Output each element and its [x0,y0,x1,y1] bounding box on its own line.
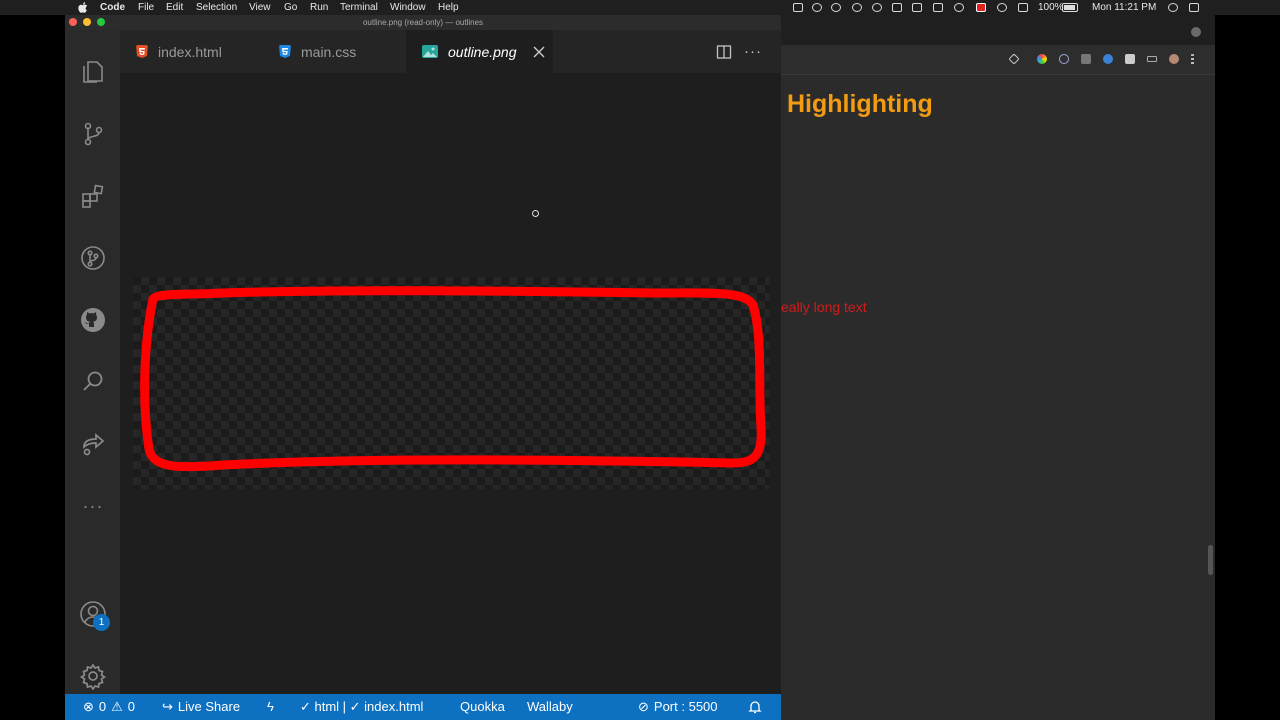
error-count: 0 [98,699,107,714]
html5-icon [136,45,148,58]
apple-icon[interactable] [78,2,88,13]
extensions-icon[interactable] [79,182,107,210]
menu-window[interactable]: Window [390,0,426,15]
page-heading: Highlighting [787,90,933,118]
more-icon[interactable]: ··· [79,492,107,520]
warning-icon: ⚠ [111,699,123,714]
image-icon [422,45,438,58]
react-devtools-icon[interactable] [1059,54,1069,64]
volume-icon[interactable] [1018,3,1028,12]
tab-label: outline.png [448,43,517,60]
vscode-window: outline.png (read-only) — outlines ··· 1… [65,15,781,720]
account-badge: 1 [93,614,110,631]
browser-tab-strip [781,15,1215,45]
split-editor-icon[interactable] [716,30,732,73]
reading-list-icon[interactable] [1147,56,1157,62]
menu-go[interactable]: Go [284,0,297,15]
problems-indicator[interactable]: ⊗ 0 ⚠ 0 [83,694,135,720]
screen-record-icon[interactable] [793,3,803,12]
settings-gear-icon[interactable] [79,662,107,690]
error-icon: ⊗ [83,699,94,714]
color-picker-icon[interactable] [852,3,862,12]
tab-label: main.css [301,43,357,60]
profile-avatar[interactable] [1169,54,1179,64]
app-menu-name[interactable]: Code [100,0,125,15]
live-server-port-button[interactable]: ⊘ Port : 5500 [638,694,718,720]
bookmark-star-icon[interactable] [1008,53,1020,65]
close-window-button[interactable] [69,18,77,26]
language-status-label: ✓ html | ✓ index.html [300,699,424,714]
menu-run[interactable]: Run [310,0,328,15]
window-title-bar: outline.png (read-only) — outlines [65,15,781,30]
warning-count: 0 [127,699,136,714]
browser-scrollbar[interactable] [1208,545,1213,575]
control-center-icon[interactable] [1189,3,1199,12]
pen-icon[interactable] [892,3,902,12]
battery-icon[interactable] [1062,3,1078,12]
live-share-icon: ↪ [162,699,173,714]
tab-outline-png[interactable]: outline.png [406,30,553,73]
display-icon[interactable] [933,3,943,12]
menu-selection[interactable]: Selection [196,0,237,15]
quokka-label: Quokka [460,699,505,714]
mouse-cursor [532,210,539,217]
menu-view[interactable]: View [249,0,271,15]
git-graph-icon[interactable] [79,244,107,272]
window-title: outline.png (read-only) — outlines [362,18,484,27]
live-share-button[interactable]: ↪ Live Share [162,694,240,720]
color-extension-icon[interactable] [1037,54,1047,64]
activity-bar: ··· 1 [65,30,120,694]
highlighted-text: eally long text [781,299,867,315]
extension-v-icon[interactable] [1103,54,1113,64]
flash-icon[interactable]: ϟ [267,694,279,720]
extensions-puzzle-icon[interactable] [1125,54,1135,64]
creative-cloud-icon[interactable] [812,3,822,12]
menu-edit[interactable]: Edit [166,0,183,15]
browser-toolbar [781,45,1215,75]
network-icon[interactable] [954,3,964,12]
gmail-icon[interactable] [912,3,922,12]
more-actions-icon[interactable]: ··· [744,30,762,73]
live-share-icon[interactable] [79,430,107,458]
github-icon[interactable] [79,306,107,334]
clock[interactable]: Mon 11:21 PM [1092,0,1156,15]
live-share-label: Live Share [177,699,241,714]
notifications-bell-icon[interactable] [748,694,762,720]
sync-icon[interactable] [831,3,841,12]
source-control-icon[interactable] [79,120,107,148]
outline-image [133,277,770,489]
browser-window: Highlighting eally long text [781,15,1215,720]
more-menu-icon[interactable] [1191,54,1194,65]
spotlight-search-icon[interactable] [1168,3,1178,12]
menu-file[interactable]: File [138,0,154,15]
status-bar: ⊗ 0 ⚠ 0 ↪ Live Share ϟ ✓ html | ✓ index.… [65,694,781,720]
menu-help[interactable]: Help [438,0,459,15]
editor-tabs: index.html main.css outline.png ··· [120,30,781,73]
port-label: Port : 5500 [653,699,718,714]
explorer-icon[interactable] [79,58,107,86]
language-status[interactable]: ✓ html | ✓ index.html [300,694,423,720]
tab-label: index.html [158,43,222,60]
input-source-flag-icon[interactable] [976,3,986,12]
minimize-window-button[interactable] [83,18,91,26]
zoom-window-button[interactable] [97,18,105,26]
wallaby-button[interactable]: Wallaby [527,694,573,720]
search-icon[interactable] [79,368,107,396]
css3-icon [279,45,291,58]
location-icon[interactable] [872,3,882,12]
tab-index-html[interactable]: index.html [120,30,263,73]
wallaby-label: Wallaby [527,699,573,714]
close-icon[interactable] [1191,27,1201,37]
wifi-icon[interactable] [997,3,1007,12]
menu-terminal[interactable]: Terminal [340,0,378,15]
quokka-button[interactable]: Quokka [460,694,505,720]
menu-bar: Code File Edit Selection View Go Run Ter… [0,0,1280,15]
battery-percent: 100% [1038,2,1064,13]
extension-k-icon[interactable] [1081,54,1091,64]
tab-main-css[interactable]: main.css [263,30,406,73]
broadcast-icon: ⊘ [638,699,649,714]
image-preview-editor [120,73,781,694]
red-outline-stroke [140,286,766,472]
close-icon[interactable] [533,46,545,58]
